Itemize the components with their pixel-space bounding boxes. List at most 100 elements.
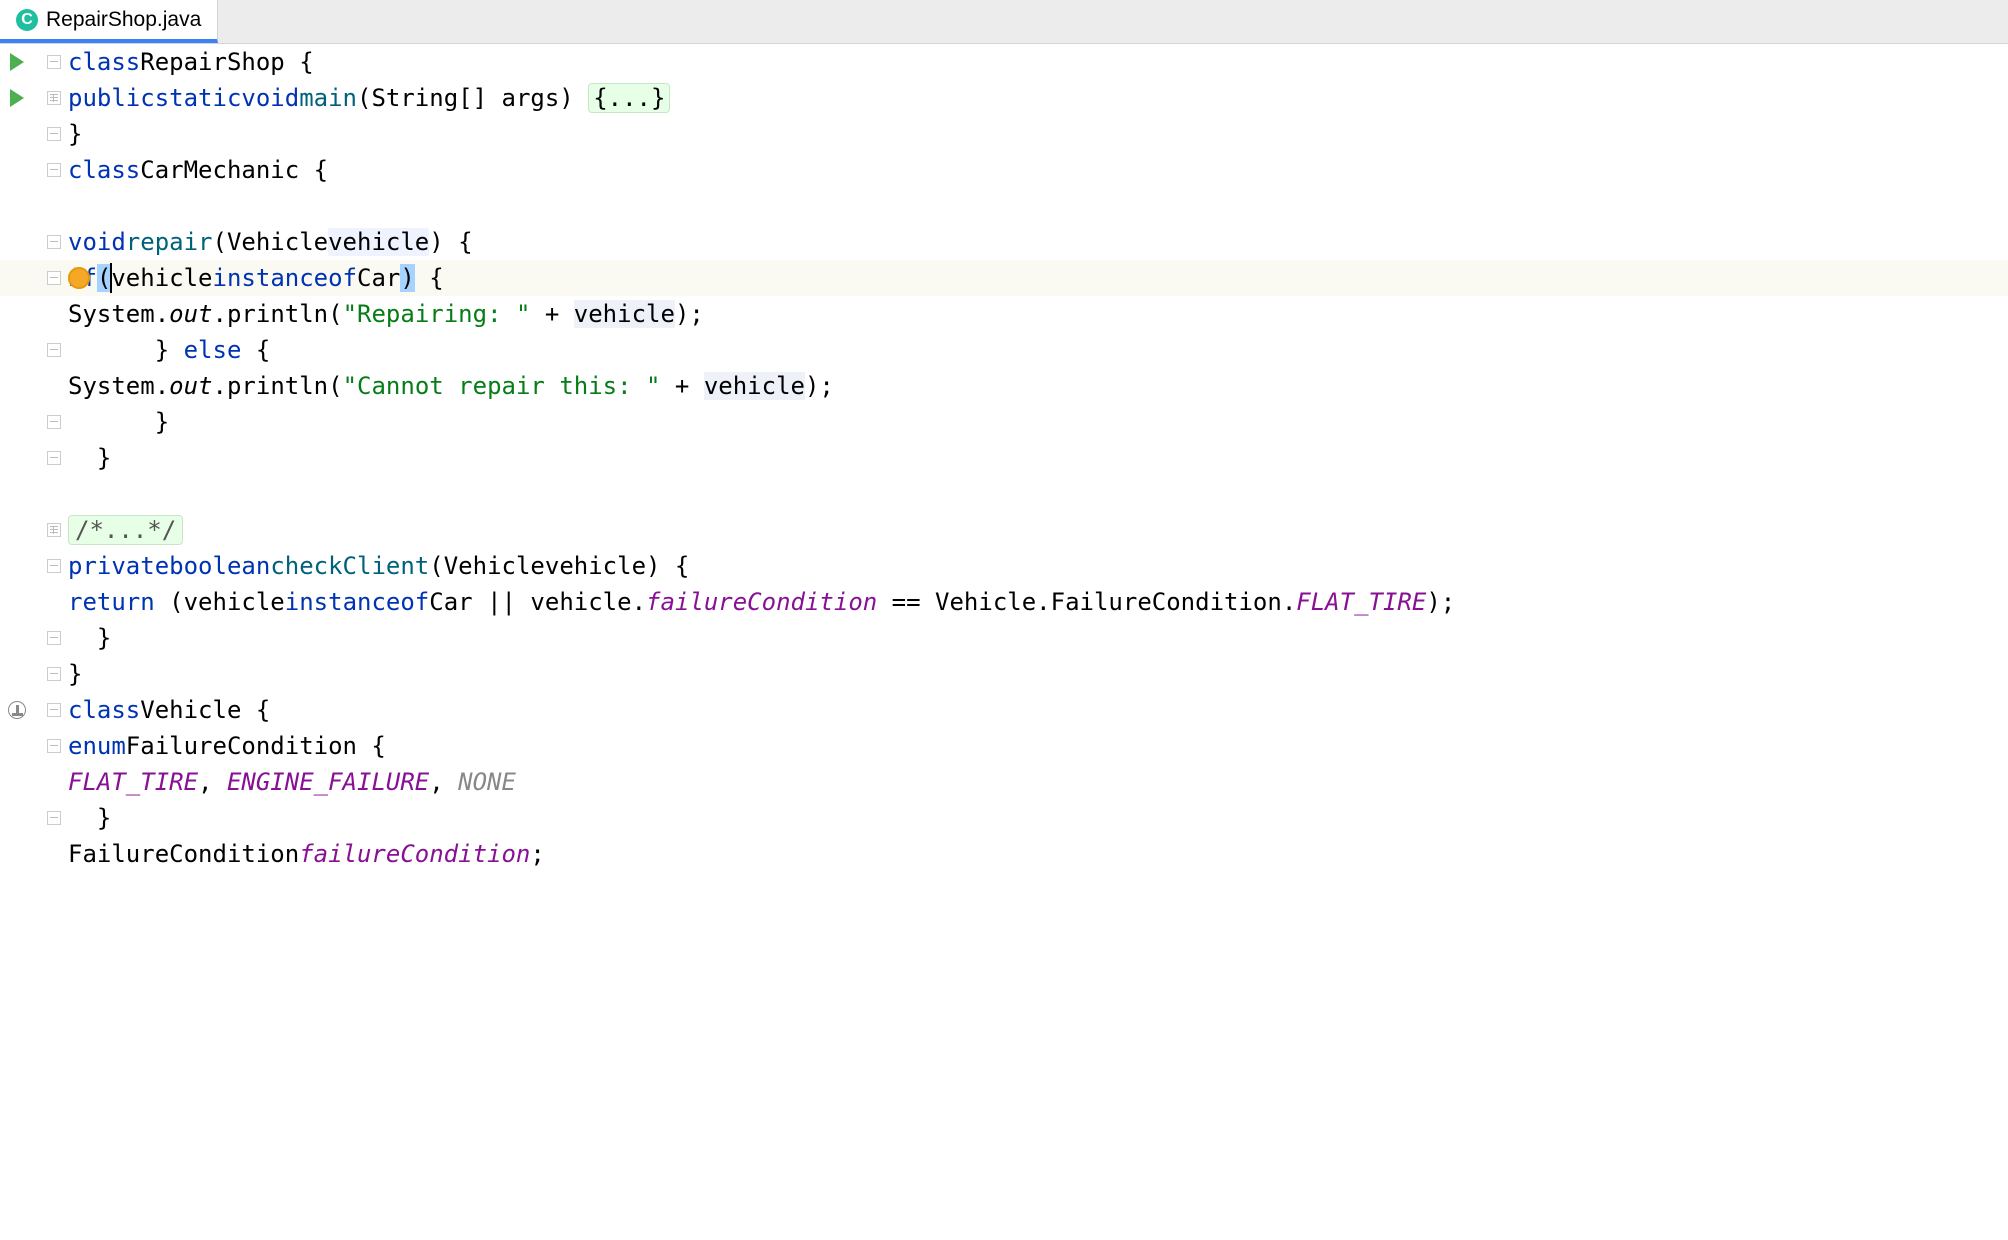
fold-mid-icon[interactable] xyxy=(46,342,62,358)
gutter-line[interactable] xyxy=(0,44,68,80)
gutter[interactable] xyxy=(0,44,68,1240)
tab-filename: RepairShop.java xyxy=(46,8,201,32)
gutter-line[interactable] xyxy=(0,224,68,260)
method-main: main xyxy=(299,84,357,112)
keyword-boolean: boolean xyxy=(169,552,270,580)
ref-vehicle: vehicle xyxy=(184,588,285,616)
type-car: Car xyxy=(357,264,400,292)
code-line[interactable]: } xyxy=(68,656,2008,692)
code-line[interactable]: class RepairShop { xyxy=(68,44,2008,80)
gutter-line[interactable] xyxy=(0,836,68,872)
code-line[interactable]: } else { xyxy=(68,332,2008,368)
code-line[interactable]: } xyxy=(68,800,2008,836)
override-icon[interactable] xyxy=(8,701,26,719)
code-line[interactable]: FLAT_TIRE, ENGINE_FAILURE, NONE xyxy=(68,764,2008,800)
code-line[interactable]: public static void main(String[] args) {… xyxy=(68,80,2008,116)
folded-body[interactable]: {...} xyxy=(588,83,670,113)
code-line[interactable]: /*...*/ xyxy=(68,512,2008,548)
ref-out: out xyxy=(169,300,212,328)
code-line[interactable]: } xyxy=(68,116,2008,152)
run-icon[interactable] xyxy=(10,53,24,71)
gutter-line[interactable] xyxy=(0,332,68,368)
gutter-line[interactable] xyxy=(0,800,68,836)
code-line[interactable]: } xyxy=(68,440,2008,476)
gutter-line[interactable] xyxy=(0,440,68,476)
run-icon[interactable] xyxy=(10,89,24,107)
code-line[interactable]: System.out.println("Repairing: " + vehic… xyxy=(68,296,2008,332)
keyword-static: static xyxy=(155,84,242,112)
code-area[interactable]: class RepairShop { public static void ma… xyxy=(68,44,2008,1240)
code-line[interactable]: void repair(Vehicle vehicle) { xyxy=(68,224,2008,260)
param-vehicle: vehicle xyxy=(545,552,646,580)
code-line[interactable]: } xyxy=(68,620,2008,656)
fold-end-icon[interactable] xyxy=(46,414,62,430)
fold-end-icon[interactable] xyxy=(46,126,62,142)
fold-collapse-icon[interactable] xyxy=(46,270,62,286)
intention-bulb-icon[interactable] xyxy=(68,267,90,289)
code-line-active[interactable]: if (vehicle instanceof Car) { xyxy=(68,260,2008,296)
fold-end-icon[interactable] xyxy=(46,666,62,682)
gutter-line[interactable] xyxy=(0,692,68,728)
folded-comment[interactable]: /*...*/ xyxy=(68,515,183,545)
string-literal: "Cannot repair this: " xyxy=(343,372,661,400)
code-line[interactable] xyxy=(68,476,2008,512)
gutter-line[interactable] xyxy=(0,764,68,800)
code-line[interactable]: class CarMechanic { xyxy=(68,152,2008,188)
fold-end-icon[interactable] xyxy=(46,810,62,826)
keyword-void: void xyxy=(68,228,126,256)
keyword-public: public xyxy=(68,84,155,112)
string-literal: "Repairing: " xyxy=(343,300,531,328)
fold-collapse-icon[interactable] xyxy=(46,702,62,718)
gutter-line[interactable] xyxy=(0,620,68,656)
gutter-line[interactable] xyxy=(0,152,68,188)
code-line[interactable]: class Vehicle { xyxy=(68,692,2008,728)
ref-system: System xyxy=(68,372,155,400)
fold-collapse-icon[interactable] xyxy=(46,54,62,70)
ref-vehicle: vehicle xyxy=(704,372,805,400)
fold-collapse-icon[interactable] xyxy=(46,234,62,250)
fold-collapse-icon[interactable] xyxy=(46,162,62,178)
gutter-line[interactable] xyxy=(0,296,68,332)
gutter-line[interactable] xyxy=(0,368,68,404)
field-failurecondition: failureCondition xyxy=(299,840,530,868)
code-line[interactable]: enum FailureCondition { xyxy=(68,728,2008,764)
code-line[interactable]: System.out.println("Cannot repair this: … xyxy=(68,368,2008,404)
code-line[interactable] xyxy=(68,188,2008,224)
tab-bar: C RepairShop.java xyxy=(0,0,2008,44)
gutter-line[interactable] xyxy=(0,656,68,692)
gutter-line[interactable] xyxy=(0,260,68,296)
gutter-line[interactable] xyxy=(0,116,68,152)
type-vehicle: Vehicle xyxy=(227,228,328,256)
gutter-line[interactable] xyxy=(0,548,68,584)
gutter-line[interactable] xyxy=(0,728,68,764)
gutter-line[interactable] xyxy=(0,584,68,620)
fold-expand-icon[interactable] xyxy=(46,90,62,106)
keyword-instanceof: instanceof xyxy=(213,264,358,292)
keyword-instanceof: instanceof xyxy=(285,588,430,616)
code-line[interactable]: return (vehicle instanceof Car || vehicl… xyxy=(68,584,2008,620)
code-line[interactable]: } xyxy=(68,404,2008,440)
type-vehicle: Vehicle xyxy=(935,588,1036,616)
keyword-enum: enum xyxy=(68,732,126,760)
ref-system: System xyxy=(68,300,155,328)
class-name: Vehicle xyxy=(140,696,241,724)
fold-end-icon[interactable] xyxy=(46,450,62,466)
gutter-line[interactable] xyxy=(0,404,68,440)
enum-engine-failure: ENGINE_FAILURE xyxy=(227,768,429,796)
keyword-class: class xyxy=(68,696,140,724)
fold-expand-icon[interactable] xyxy=(46,522,62,538)
fold-end-icon[interactable] xyxy=(46,630,62,646)
editor-tab[interactable]: C RepairShop.java xyxy=(0,0,218,43)
ref-println: println xyxy=(227,300,328,328)
code-line[interactable]: FailureCondition failureCondition; xyxy=(68,836,2008,872)
gutter-line[interactable] xyxy=(0,512,68,548)
param-vehicle: vehicle xyxy=(328,228,429,256)
code-line[interactable]: private boolean checkClient(Vehicle vehi… xyxy=(68,548,2008,584)
gutter-line[interactable] xyxy=(0,188,68,224)
paren-close: ) xyxy=(400,264,414,292)
fold-collapse-icon[interactable] xyxy=(46,738,62,754)
type-failurecondition: FailureCondition xyxy=(68,840,299,868)
gutter-line[interactable] xyxy=(0,476,68,512)
gutter-line[interactable] xyxy=(0,80,68,116)
fold-collapse-icon[interactable] xyxy=(46,558,62,574)
